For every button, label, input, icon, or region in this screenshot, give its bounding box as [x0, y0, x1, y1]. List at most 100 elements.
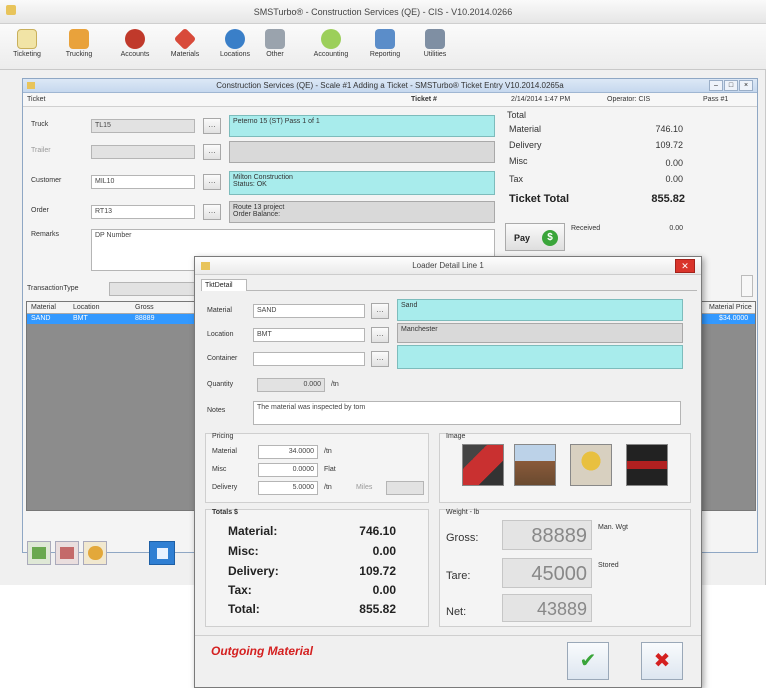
database-icon	[265, 29, 285, 49]
order-info: Route 13 project Order Balance:	[229, 201, 495, 223]
quantity-field[interactable]: 0.000	[257, 378, 325, 392]
price-material-field[interactable]: 34.0000	[258, 445, 318, 459]
toolbar-accounting[interactable]: Accounting	[308, 26, 354, 68]
toolbar-utilities[interactable]: Utilities	[412, 26, 458, 68]
dlg-tax-value: 0.00	[372, 583, 396, 597]
toolbar-accounts[interactable]: Accounts	[112, 26, 158, 68]
main-toolbar: Ticketing Trucking Accounts Materials Lo…	[0, 24, 766, 70]
minimize-button[interactable]: –	[709, 80, 723, 91]
scroll-arrows[interactable]	[741, 275, 753, 297]
received-label: Received	[571, 225, 601, 232]
photo-thumbnail-1[interactable]	[462, 444, 504, 486]
scale-icon	[157, 548, 168, 559]
material-field[interactable]: SAND	[253, 304, 365, 318]
dlg-total-value: 855.82	[359, 602, 396, 616]
weight-header: Weight - lb	[446, 509, 480, 516]
miles-field[interactable]	[386, 481, 424, 495]
container-lookup-button[interactable]: …	[371, 351, 389, 367]
col-location: Location	[73, 304, 100, 311]
container-field[interactable]	[253, 352, 365, 366]
operator-label: Operator: CIS	[607, 96, 651, 103]
remove-line-button[interactable]	[55, 541, 79, 565]
truck-info: Peterno 15 (ST) Pass 1 of 1	[229, 115, 495, 137]
material-lookup-button[interactable]: …	[371, 303, 389, 319]
container-info	[397, 345, 683, 369]
add-line-button[interactable]	[27, 541, 51, 565]
location-lookup-button[interactable]: …	[371, 327, 389, 343]
col-material: Material	[31, 304, 56, 311]
photo-thumbnail-2[interactable]	[514, 444, 556, 486]
edit-line-button[interactable]	[83, 541, 107, 565]
toolbar-reporting[interactable]: Reporting	[362, 26, 408, 68]
trailer-lookup-button[interactable]: …	[203, 144, 221, 160]
pass-label: Pass #1	[703, 96, 729, 103]
toolbar-other[interactable]: Other	[252, 26, 298, 68]
total-tax-value: 0.00	[665, 174, 683, 184]
truck-lookup-button[interactable]: …	[203, 118, 221, 134]
order-field[interactable]: RT13	[91, 205, 195, 219]
row-material-price: $34.0000	[719, 315, 749, 322]
remarks-label: Remarks	[31, 231, 60, 238]
ok-button[interactable]: ✔	[567, 642, 609, 680]
ticket-header-row: Ticket Ticket # 2/14/2014 1:47 PM Operat…	[23, 93, 757, 107]
tare-weight-field[interactable]: 45000	[502, 558, 592, 588]
price-delivery-field[interactable]: 5.0000	[258, 481, 318, 495]
cancel-button[interactable]: ✖	[641, 642, 683, 680]
order-lookup-button[interactable]: …	[203, 204, 221, 220]
customer-status: Status: OK	[233, 181, 267, 188]
remove-line-icon	[60, 547, 74, 559]
price-misc-field[interactable]: 0.0000	[258, 463, 318, 477]
tab-tktdetail[interactable]: TktDetail	[201, 279, 247, 291]
maximize-button[interactable]: □	[724, 80, 738, 91]
location-label: Location	[207, 331, 234, 338]
photo-thumbnail-4[interactable]	[626, 444, 668, 486]
net-weight-field: 43889	[502, 594, 592, 622]
material-label: Material	[207, 307, 232, 314]
tab-ticket[interactable]: Ticket	[27, 96, 45, 103]
toolbar-trucking[interactable]: Trucking	[56, 26, 102, 68]
toolbar-materials[interactable]: Materials	[162, 26, 208, 68]
total-material-label: Material	[509, 124, 542, 134]
location-field[interactable]: BMT	[253, 328, 365, 342]
price-delivery-label: Delivery	[212, 484, 238, 491]
ticket-number-label: Ticket #	[411, 96, 437, 103]
ticket-icon	[17, 29, 37, 49]
app-title: SMSTurbo® - Construction Services (QE) -…	[253, 7, 513, 17]
order-name: Route 13 project	[233, 204, 285, 211]
photo-thumbnail-3[interactable]	[570, 444, 612, 486]
weigh-button[interactable]	[149, 541, 175, 565]
image-header: Image	[446, 433, 466, 440]
pay-button[interactable]: Pay $	[505, 223, 565, 251]
tare-label: Tare:	[446, 570, 471, 582]
dlg-material-label: Material:	[228, 524, 278, 538]
image-group: Image	[439, 433, 691, 503]
notes-field[interactable]: The material was inspected by tom	[253, 401, 681, 425]
customer-lookup-button[interactable]: …	[203, 174, 221, 190]
truck-field[interactable]: TL15	[91, 119, 195, 133]
tools-icon	[425, 29, 445, 49]
window-close-button[interactable]: ×	[739, 80, 753, 91]
total-delivery-value: 109.72	[655, 140, 683, 150]
total-misc-value: 0.00	[665, 158, 683, 168]
received-value: 0.00	[669, 225, 683, 232]
truck-label: Truck	[31, 121, 49, 128]
toolbar-ticketing[interactable]: Ticketing	[4, 26, 50, 68]
checkmark-icon: ✔	[579, 650, 597, 672]
gross-weight-field[interactable]: 88889	[502, 520, 592, 550]
dlg-delivery-label: Delivery:	[228, 564, 279, 578]
order-label: Order	[31, 207, 49, 214]
accounting-icon	[321, 29, 341, 49]
customer-field[interactable]: MIL10	[91, 175, 195, 189]
col-material-price: Material Price	[709, 304, 752, 311]
dlg-material-value: 746.10	[359, 524, 396, 538]
trailer-info	[229, 141, 495, 163]
transaction-type-field[interactable]	[109, 282, 195, 296]
add-line-icon	[32, 547, 46, 559]
row-material: SAND	[31, 315, 51, 322]
quantity-unit: /tn	[331, 381, 339, 388]
dialog-close-button[interactable]: ✕	[675, 259, 695, 273]
trailer-field[interactable]	[91, 145, 195, 159]
pricing-header: Pricing	[212, 433, 234, 440]
net-label: Net:	[446, 606, 467, 618]
dlg-misc-value: 0.00	[372, 544, 396, 558]
